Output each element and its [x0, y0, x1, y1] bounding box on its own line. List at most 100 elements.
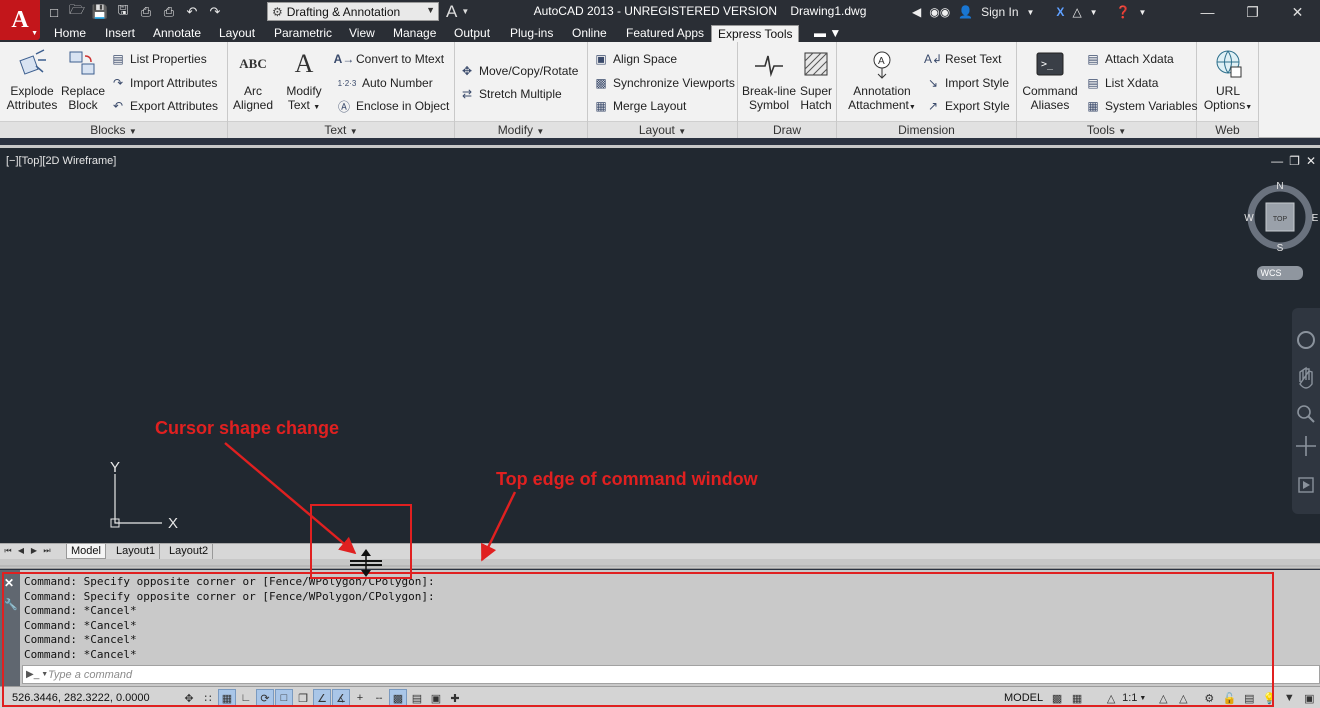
viewport-controls-label[interactable]: [−][Top][2D Wireframe]	[6, 155, 116, 167]
panel-title-web[interactable]: Web	[1197, 121, 1258, 138]
tab-home[interactable]: Home	[48, 25, 92, 42]
open-file-icon[interactable]: 🗁	[67, 2, 87, 22]
compass-east[interactable]: E	[1312, 213, 1319, 224]
ribbon-minimize-button[interactable]: ▬ ▼	[808, 25, 847, 42]
save-as-icon[interactable]: 🖫	[113, 2, 133, 22]
close-icon[interactable]: ✕	[1306, 154, 1316, 168]
isolate-objects-icon[interactable]: 💡	[1260, 689, 1278, 707]
application-menu-button[interactable]: A ▼	[0, 0, 40, 40]
compass-north[interactable]: N	[1276, 181, 1283, 192]
plot-icon[interactable]: ⎙	[159, 2, 179, 22]
tab-online[interactable]: Online	[566, 25, 613, 42]
undo-icon[interactable]: ↶	[182, 2, 202, 22]
annotation-attachment-button[interactable]: A Annotation Attachment▼	[847, 48, 917, 115]
auto-scale-icon[interactable]: △	[1174, 689, 1192, 707]
close-icon[interactable]: ✕	[1275, 0, 1320, 24]
synchronize-viewports-button[interactable]: ▩ Synchronize Viewports	[593, 73, 735, 93]
panel-title-dimension[interactable]: Dimension	[837, 121, 1016, 138]
align-space-button[interactable]: ▣ Align Space	[593, 49, 677, 69]
sign-in-link[interactable]: Sign In	[981, 5, 1018, 19]
restore-icon[interactable]: ❐	[1230, 0, 1275, 24]
chevron-down-icon[interactable]: ▼	[1139, 695, 1146, 702]
snap-mode-icon[interactable]: ∷	[199, 689, 217, 707]
tab-plug-ins[interactable]: Plug-ins	[504, 25, 559, 42]
layout-tab-model[interactable]: Model	[66, 544, 106, 559]
modify-text-button[interactable]: A Modify Text ▼	[280, 48, 328, 115]
publish-icon[interactable]: ⎙	[136, 2, 156, 22]
3d-object-snap-icon[interactable]: ❐	[294, 689, 312, 707]
command-window-resize-edge[interactable]	[0, 559, 1320, 569]
transparency-icon[interactable]: ▩	[389, 689, 407, 707]
move-copy-rotate-button[interactable]: ✥ Move/Copy/Rotate	[459, 61, 578, 81]
autodesk-360-icon[interactable]: △	[1072, 5, 1081, 19]
command-window-top-edge[interactable]	[0, 565, 1320, 567]
tab-manage[interactable]: Manage	[387, 25, 442, 42]
panel-title-draw[interactable]: Draw	[738, 121, 836, 138]
tab-view[interactable]: View	[343, 25, 381, 42]
coordinates-readout[interactable]: 526.3446, 282.3222, 0.0000	[12, 692, 150, 704]
hardware-acceleration-icon[interactable]: ▤	[1240, 689, 1258, 707]
restore-icon[interactable]: ❐	[1289, 154, 1300, 168]
clean-screen-icon[interactable]: ▣	[1300, 689, 1318, 707]
tab-layout[interactable]: Layout	[213, 25, 261, 42]
export-style-button[interactable]: ↗ Export Style	[925, 96, 1010, 116]
enclose-in-object-button[interactable]: Ⓐ Enclose in Object	[336, 96, 449, 116]
import-style-button[interactable]: ↘ Import Style	[925, 73, 1009, 93]
export-attributes-button[interactable]: ↶ Export Attributes	[110, 96, 218, 116]
chevron-down-icon[interactable]: ▼	[1027, 8, 1035, 17]
compass-west[interactable]: W	[1244, 213, 1254, 224]
object-snap-tracking-icon[interactable]: ∠	[313, 689, 331, 707]
help-icon[interactable]: ❓	[1116, 5, 1131, 19]
search-expand-icon[interactable]: ◀	[912, 5, 921, 19]
workspace-switching-icon[interactable]: ⚙	[1200, 689, 1218, 707]
replace-block-button[interactable]: Replace Block	[60, 48, 106, 112]
command-input[interactable]	[48, 668, 1319, 681]
dynamic-input-icon[interactable]: +	[351, 689, 369, 707]
first-layout-icon[interactable]: ⏮	[3, 546, 13, 558]
exchange-apps-icon[interactable]: X	[1056, 5, 1064, 19]
viewcube[interactable]: TOP N S E W WCS	[1240, 178, 1320, 288]
minimize-icon[interactable]: —	[1185, 0, 1230, 24]
orbit-icon[interactable]	[1296, 436, 1316, 456]
system-variables-button[interactable]: ▦ System Variables	[1085, 96, 1197, 116]
url-options-button[interactable]: URL Options▼	[1203, 48, 1253, 115]
grid-display-icon[interactable]: ▦	[218, 689, 236, 707]
arc-aligned-button[interactable]: ABC Arc Aligned	[232, 48, 274, 113]
last-layout-icon[interactable]: ⏭	[42, 546, 52, 558]
new-file-icon[interactable]: □	[44, 2, 64, 22]
object-snap-icon[interactable]: □	[275, 689, 293, 707]
save-icon[interactable]: 💾	[90, 2, 110, 22]
command-prompt-icon[interactable]: ▶_ ▼	[26, 667, 48, 682]
list-properties-button[interactable]: ▤ List Properties	[110, 49, 206, 69]
quick-properties-icon[interactable]: ▤	[408, 689, 426, 707]
text-style-button[interactable]: A ▼	[442, 1, 482, 22]
pan-icon[interactable]	[1299, 366, 1313, 389]
binoculars-icon[interactable]: ◉◉	[929, 5, 950, 19]
annotation-visibility-icon[interactable]: △	[1154, 689, 1172, 707]
annotation-monitor-icon[interactable]: ✚	[446, 689, 464, 707]
minimize-icon[interactable]: —	[1271, 154, 1283, 168]
tab-annotate[interactable]: Annotate	[147, 25, 207, 42]
steering-wheel-icon[interactable]	[1297, 331, 1315, 349]
application-status-menu-icon[interactable]: ▼	[1280, 689, 1298, 707]
chevron-down-icon[interactable]: ▼	[1090, 8, 1098, 17]
panel-title-tools[interactable]: Tools ▼	[1017, 121, 1196, 138]
panel-title-blocks[interactable]: Blocks ▼	[0, 121, 227, 138]
model-space-button[interactable]: MODEL	[1004, 692, 1043, 704]
import-attributes-button[interactable]: ↷ Import Attributes	[110, 73, 217, 93]
quick-view-drawings-icon[interactable]: ▦	[1068, 689, 1086, 707]
panel-title-modify[interactable]: Modify ▼	[455, 121, 587, 138]
user-icon[interactable]: 👤	[958, 5, 973, 19]
wrench-icon[interactable]: 🔧	[4, 598, 18, 611]
auto-number-button[interactable]: 1·2·3 Auto Number	[336, 73, 433, 93]
explode-attributes-button[interactable]: Explode Attributes	[4, 48, 60, 112]
tab-output[interactable]: Output	[448, 25, 496, 42]
stretch-multiple-button[interactable]: ⇄ Stretch Multiple	[459, 84, 562, 104]
workspace-dropdown[interactable]: ⚙ Drafting & Annotation ▼	[267, 2, 439, 21]
panel-title-text[interactable]: Text ▼	[228, 121, 454, 138]
convert-to-mtext-button[interactable]: A→ Convert to Mtext	[334, 49, 444, 69]
tab-parametric[interactable]: Parametric	[268, 25, 338, 42]
close-icon[interactable]: ✕	[4, 576, 14, 590]
quick-view-layouts-icon[interactable]: ▩	[1048, 689, 1066, 707]
command-aliases-button[interactable]: >_ Command Aliases	[1019, 48, 1081, 112]
